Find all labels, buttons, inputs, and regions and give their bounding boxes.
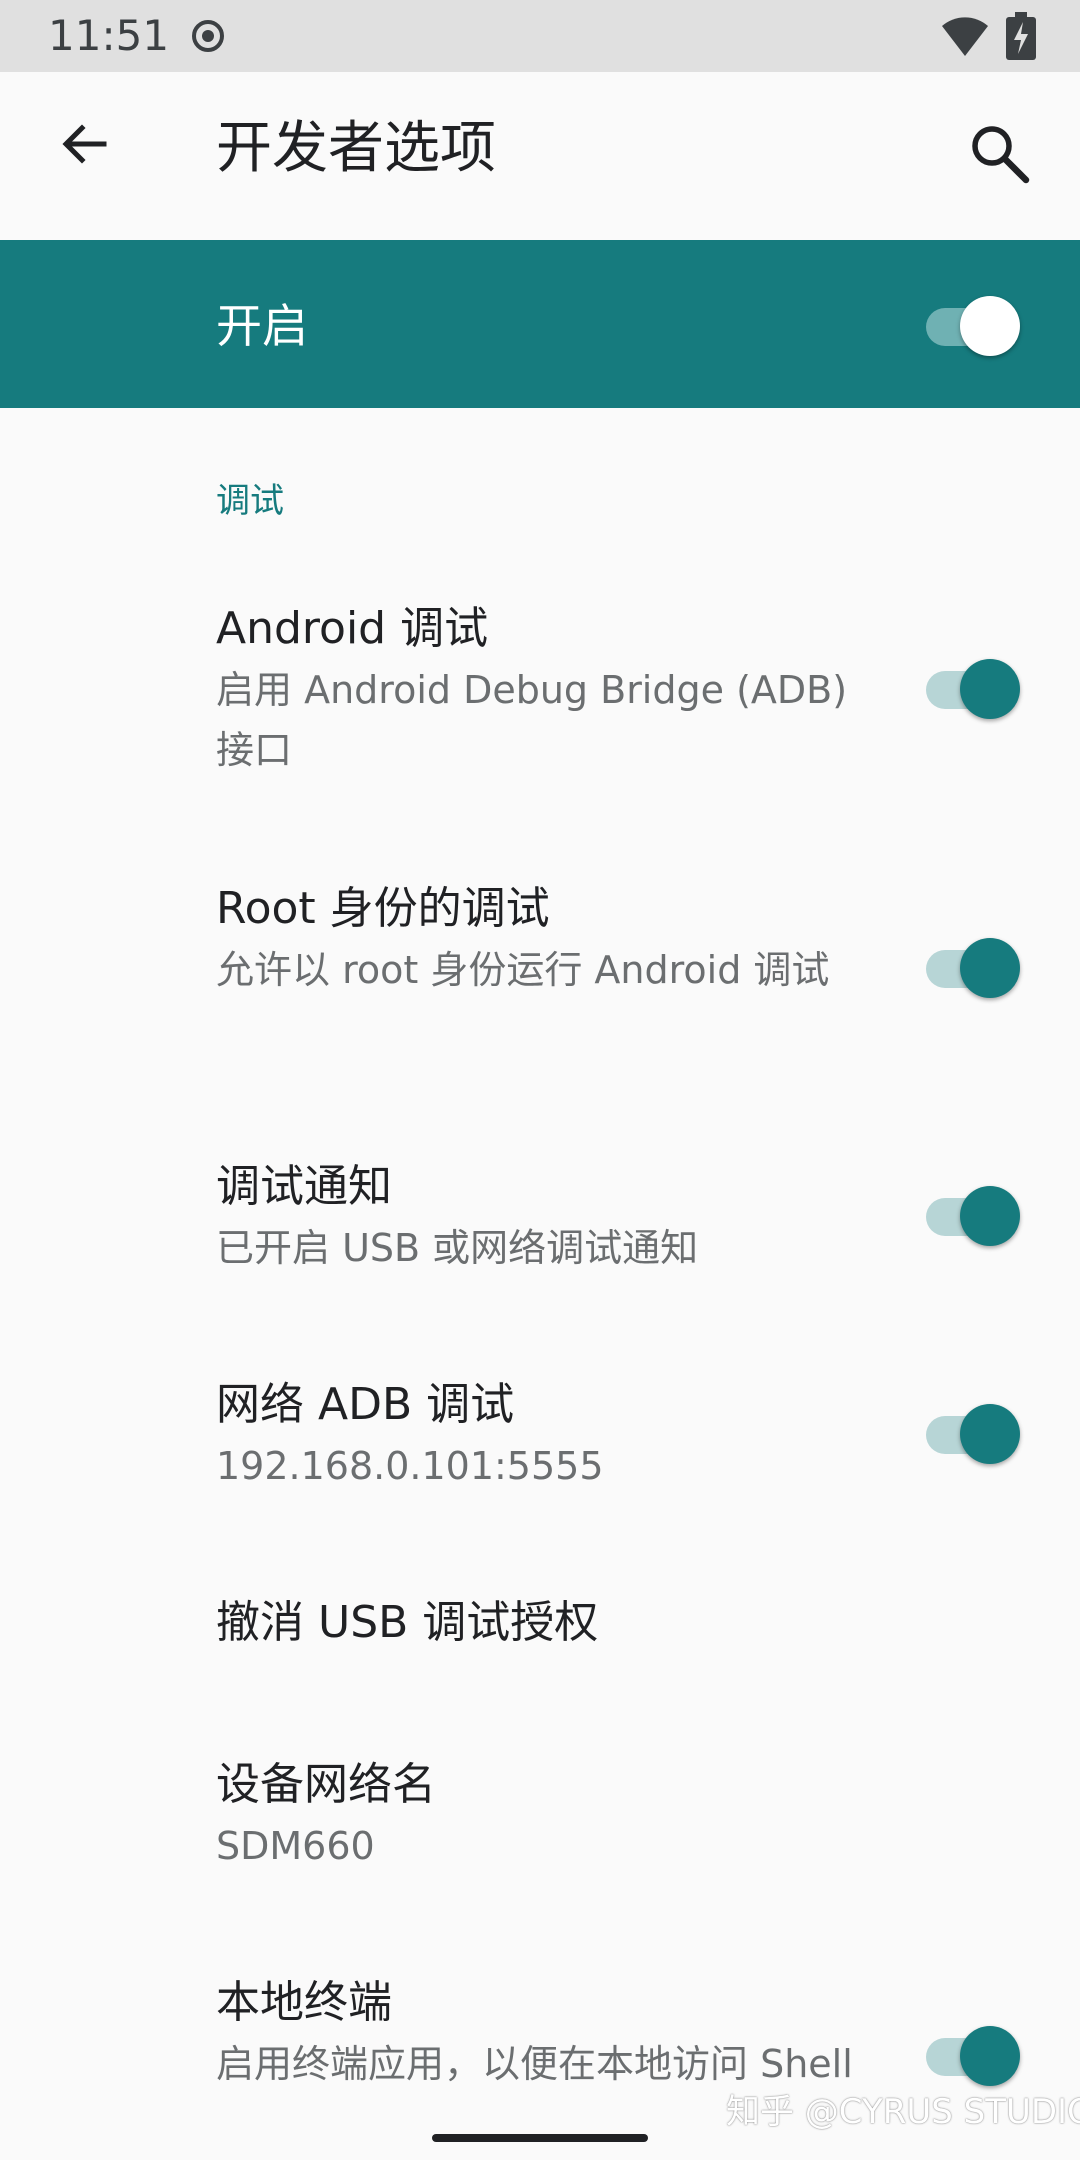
page-title: 开发者选项 bbox=[216, 116, 496, 181]
master-switch-bar[interactable] bbox=[0, 240, 1080, 408]
pref-summary-debug-notification: 已开启 USB 或网络调试通知 bbox=[216, 1226, 699, 1270]
search-icon bbox=[972, 126, 1030, 184]
master-switch-toggle[interactable] bbox=[926, 292, 1022, 356]
switch-thumb bbox=[960, 1404, 1020, 1464]
gesture-nav-handle[interactable] bbox=[432, 2134, 648, 2142]
arrow-back-icon bbox=[62, 124, 107, 164]
debug-notification-toggle[interactable] bbox=[926, 1182, 1022, 1246]
pref-summary-network-adb-debugging: 192.168.0.101:5555 bbox=[216, 1444, 604, 1488]
switch-thumb bbox=[960, 296, 1020, 356]
pref-title-network-adb-debugging[interactable]: 网络 ADB 调试 bbox=[216, 1376, 514, 1434]
master-switch-label: 开启 bbox=[216, 299, 308, 353]
pref-title-device-hostname[interactable]: 设备网络名 bbox=[216, 1756, 436, 1814]
pref-title-debug-notification[interactable]: 调试通知 bbox=[216, 1158, 392, 1216]
network-adb-debugging-toggle[interactable] bbox=[926, 1400, 1022, 1464]
pref-title-android-debugging[interactable]: Android 调试 bbox=[216, 600, 488, 658]
pref-title-local-terminal[interactable]: 本地终端 bbox=[216, 1974, 392, 2032]
pref-title-revoke-usb-authorizations[interactable]: 撤消 USB 调试授权 bbox=[216, 1594, 598, 1652]
switch-thumb bbox=[960, 1186, 1020, 1246]
switch-thumb bbox=[960, 659, 1020, 719]
pref-summary-root-debugging: 允许以 root 身份运行 Android 调试 bbox=[216, 948, 830, 992]
battery-charging-icon bbox=[1006, 12, 1036, 60]
pref-title-root-debugging[interactable]: Root 身份的调试 bbox=[216, 880, 550, 938]
wifi-icon bbox=[942, 17, 988, 56]
switch-thumb bbox=[960, 938, 1020, 998]
android-debugging-toggle[interactable] bbox=[926, 655, 1022, 719]
watermark: 知乎 @CYRUS STUDIO bbox=[726, 2092, 1080, 2132]
back-button[interactable] bbox=[48, 110, 120, 182]
switch-thumb bbox=[960, 2026, 1020, 2086]
section-header-debugging: 调试 bbox=[216, 481, 284, 521]
search-button[interactable] bbox=[966, 120, 1034, 188]
app-bar bbox=[0, 72, 1080, 240]
local-terminal-toggle[interactable] bbox=[926, 2022, 1022, 2086]
root-debugging-toggle[interactable] bbox=[926, 934, 1022, 998]
pref-summary-local-terminal: 启用终端应用，以便在本地访问 Shell bbox=[216, 2042, 853, 2086]
record-icon bbox=[192, 20, 224, 52]
status-time: 11:51 bbox=[48, 11, 170, 60]
pref-summary-android-debugging: 启用 Android Debug Bridge (ADB) 接口 bbox=[216, 668, 848, 772]
pref-summary-device-hostname: SDM660 bbox=[216, 1824, 375, 1868]
